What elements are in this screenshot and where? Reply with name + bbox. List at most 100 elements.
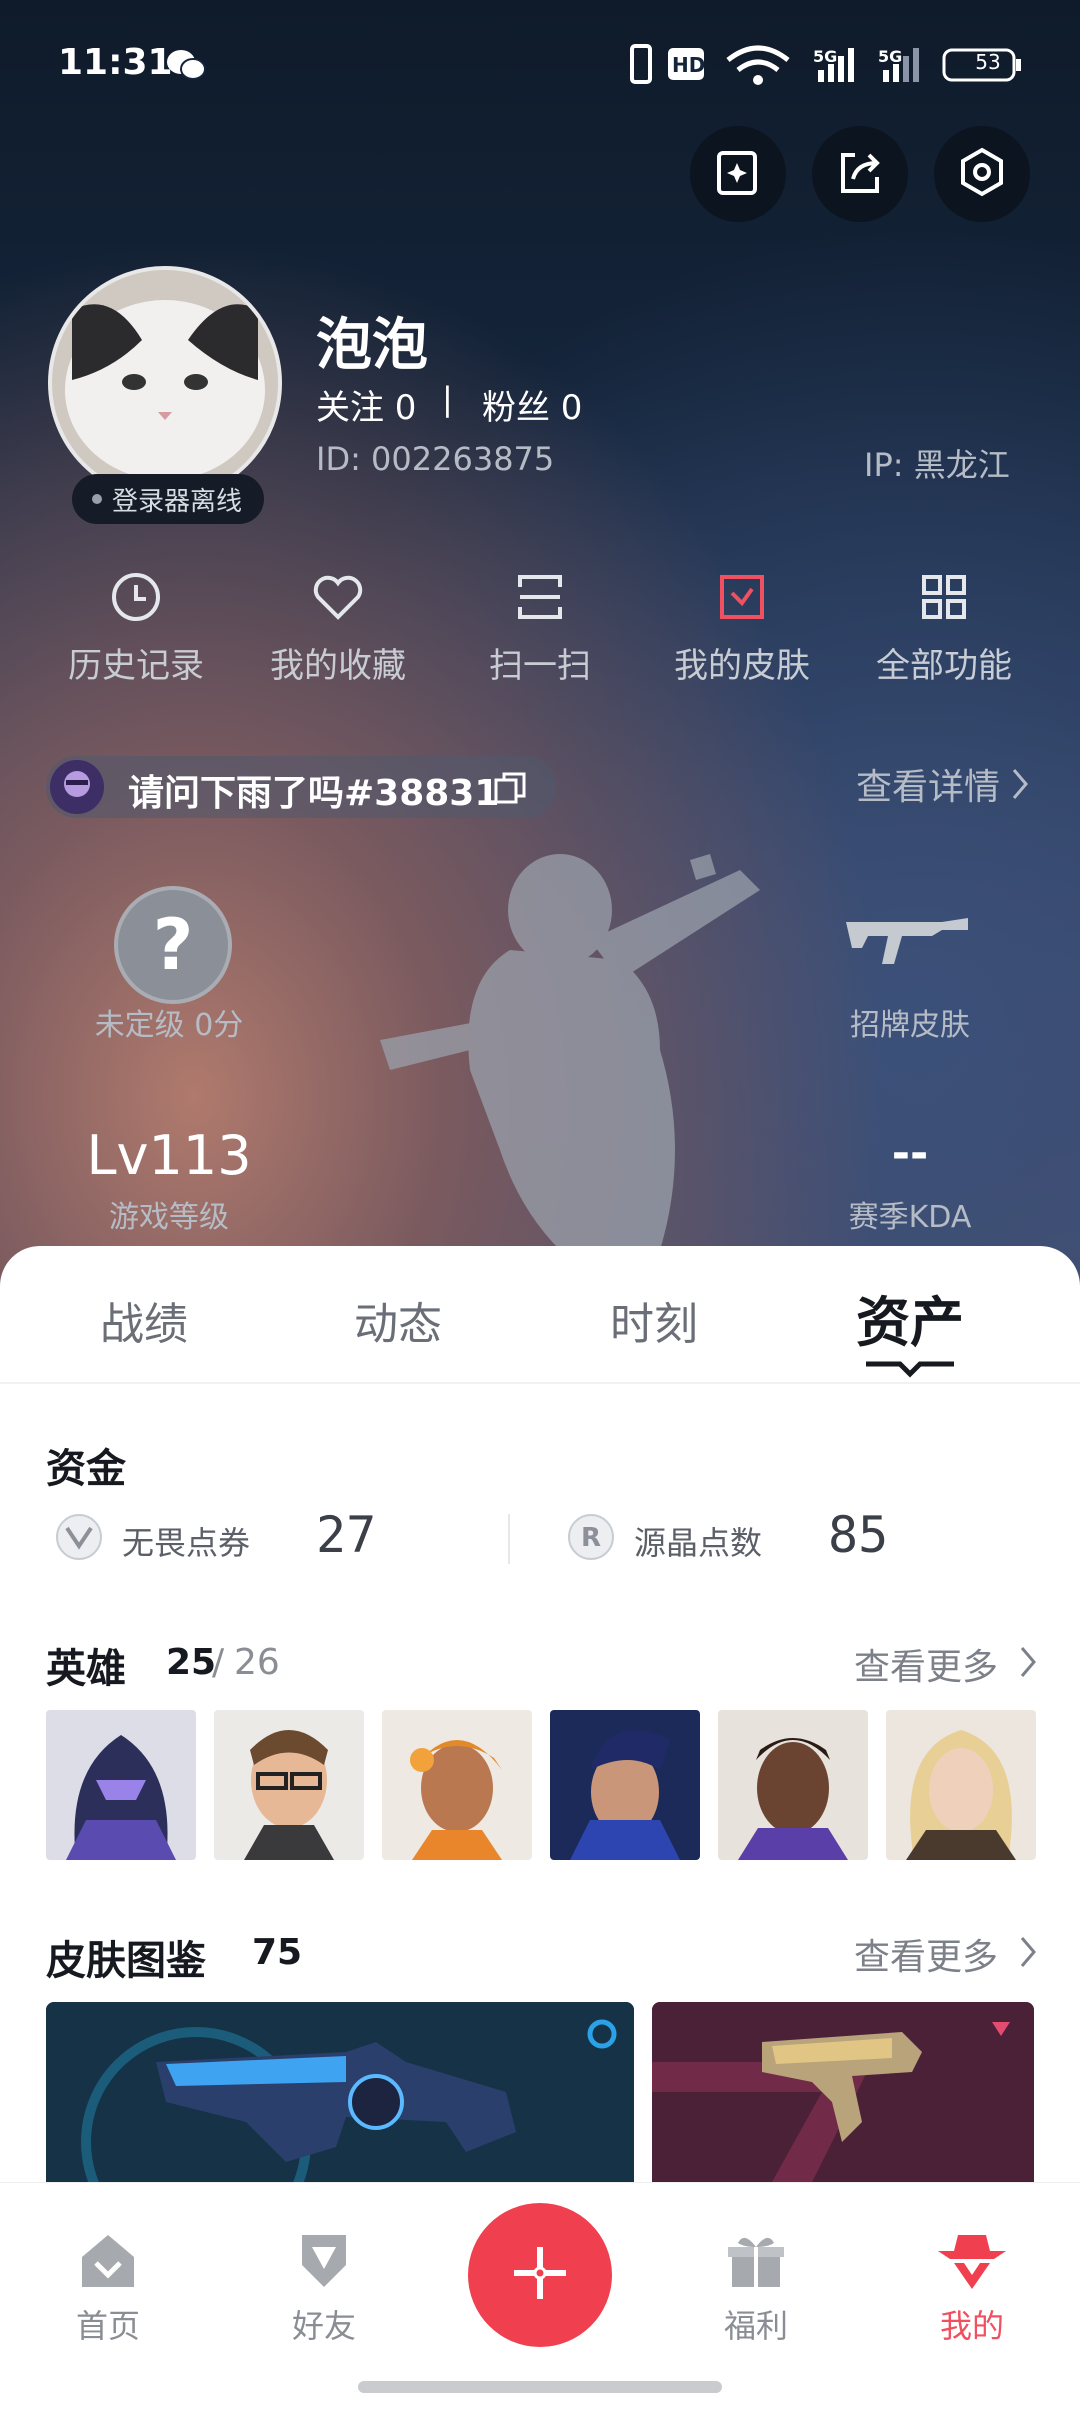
share-button[interactable] [812, 126, 908, 222]
info-divider: | [442, 380, 453, 418]
funds-title: 资金 [46, 1446, 126, 1492]
chevron-right-icon [1008, 764, 1032, 808]
hero-card[interactable] [886, 1710, 1036, 1860]
bottom-nav: 首页 好友 福利 我的 [0, 2182, 1080, 2415]
game-level-label: 游戏等级 [109, 1200, 229, 1235]
scan-icon [450, 562, 630, 632]
smg-weapon-icon[interactable] [842, 908, 972, 972]
season-kda-value: -- [891, 1128, 929, 1179]
menu-scan[interactable]: 扫一扫 [450, 562, 630, 687]
wechat-icon [166, 48, 206, 86]
question-mark-icon: ? [152, 904, 194, 986]
funds-rp-value: 85 [828, 1506, 889, 1564]
ip-location: IP: 黑龙江 [864, 446, 1010, 484]
username: 泡泡 [316, 313, 428, 378]
chevron-right-icon [1016, 1642, 1040, 1686]
offline-dot-icon [92, 494, 102, 504]
nav-profile-label: 我的 [939, 2307, 1004, 2345]
funds-vp-label: 无畏点券 [122, 1524, 251, 1562]
card-sparkle-icon [711, 145, 765, 203]
skins-count: 75 [252, 1932, 303, 1973]
nav-benefits[interactable]: 福利 [676, 2213, 836, 2347]
tab-moments[interactable]: 时刻 [610, 1288, 698, 1352]
heroes-title: 英雄 [46, 1646, 126, 1692]
menu-history-label: 历史记录 [68, 646, 204, 686]
hero-card[interactable] [46, 1710, 196, 1860]
funds-rp-label: 源晶点数 [634, 1524, 763, 1562]
login-status-badge: 登录器离线 [72, 474, 265, 524]
valorant-points-icon [54, 1512, 104, 1566]
skins-more-link[interactable]: 查看更多 [854, 1928, 998, 1980]
game-account-name: 请问下雨了吗#38831 [128, 773, 500, 814]
avatar[interactable] [48, 266, 282, 500]
game-level-value: Lv113 [86, 1124, 252, 1187]
menu-history[interactable]: 历史记录 [46, 562, 226, 687]
svg-text:R: R [581, 1523, 601, 1553]
tab-record[interactable]: 战绩 [100, 1288, 188, 1352]
rank-badge[interactable]: ? [114, 886, 232, 1004]
gear-icon [955, 145, 1009, 203]
skin-icon [652, 562, 832, 632]
edit-card-button[interactable] [690, 126, 786, 222]
plus-icon [508, 2241, 572, 2309]
view-details-link[interactable]: 查看详情 [856, 758, 1000, 810]
share-icon [833, 145, 887, 203]
hero-card[interactable] [382, 1710, 532, 1860]
profile-icon [892, 2213, 1052, 2293]
skins-title: 皮肤图鉴 [46, 1938, 206, 1984]
home-indicator [358, 2381, 722, 2393]
svg-text:5G: 5G [813, 47, 837, 66]
battery-level: 53 [975, 50, 1001, 74]
heroes-total: 26 [234, 1642, 280, 1683]
chevron-right-icon [1016, 1932, 1040, 1976]
hero-card[interactable] [718, 1710, 868, 1860]
svg-text:HD: HD [672, 53, 705, 77]
user-id: ID: 002263875 [316, 440, 555, 478]
menu-all-features-label: 全部功能 [876, 646, 1012, 686]
signature-skin-label: 招牌皮肤 [850, 1008, 970, 1043]
skin-card[interactable] [46, 2002, 634, 2182]
home-icon [28, 2213, 188, 2293]
nav-home[interactable]: 首页 [28, 2213, 188, 2347]
heroes-more-link[interactable]: 查看更多 [854, 1638, 998, 1690]
funds-vp-value: 27 [316, 1506, 377, 1564]
follow-count[interactable]: 关注 0 [316, 380, 416, 429]
rank-label: 未定级 0分 [94, 1008, 244, 1043]
grid-icon [854, 562, 1034, 632]
hero-card[interactable] [214, 1710, 364, 1860]
tab-assets[interactable]: 资产 [856, 1278, 964, 1357]
create-post-button[interactable] [468, 2203, 612, 2347]
agent-silhouette [360, 850, 780, 1274]
menu-my-skins-label: 我的皮肤 [674, 646, 810, 686]
nav-benefits-label: 福利 [723, 2307, 788, 2345]
status-badge-text: 登录器离线 [112, 486, 243, 517]
radianite-icon: R [566, 1512, 616, 1566]
menu-favorites-label: 我的收藏 [270, 646, 406, 686]
status-time: 11:31 [58, 42, 173, 83]
menu-favorites[interactable]: 我的收藏 [248, 562, 428, 687]
heart-icon [248, 562, 428, 632]
funds-divider [508, 1514, 510, 1564]
season-kda-label: 赛季KDA [848, 1200, 972, 1235]
friends-icon [244, 2213, 404, 2293]
fans-count[interactable]: 粉丝 0 [482, 380, 582, 429]
heroes-owned: 25 [166, 1642, 217, 1683]
heroes-separator: / [212, 1642, 225, 1683]
menu-my-skins[interactable]: 我的皮肤 [652, 562, 832, 687]
tab-feed[interactable]: 动态 [354, 1288, 442, 1352]
nav-friends-label: 好友 [291, 2307, 356, 2345]
tab-divider [0, 1382, 1080, 1384]
hero-card[interactable] [550, 1710, 700, 1860]
nav-profile[interactable]: 我的 [892, 2213, 1052, 2347]
gift-icon [676, 2213, 836, 2293]
hero-list [46, 1710, 1046, 1860]
skin-card[interactable] [652, 2002, 1034, 2182]
menu-all-features[interactable]: 全部功能 [854, 562, 1034, 687]
menu-scan-label: 扫一扫 [489, 646, 591, 686]
settings-button[interactable] [934, 126, 1030, 222]
svg-text:5G: 5G [878, 47, 902, 66]
copy-icon[interactable] [492, 770, 528, 810]
nav-home-label: 首页 [75, 2307, 140, 2345]
game-avatar [50, 760, 104, 814]
nav-friends[interactable]: 好友 [244, 2213, 404, 2347]
